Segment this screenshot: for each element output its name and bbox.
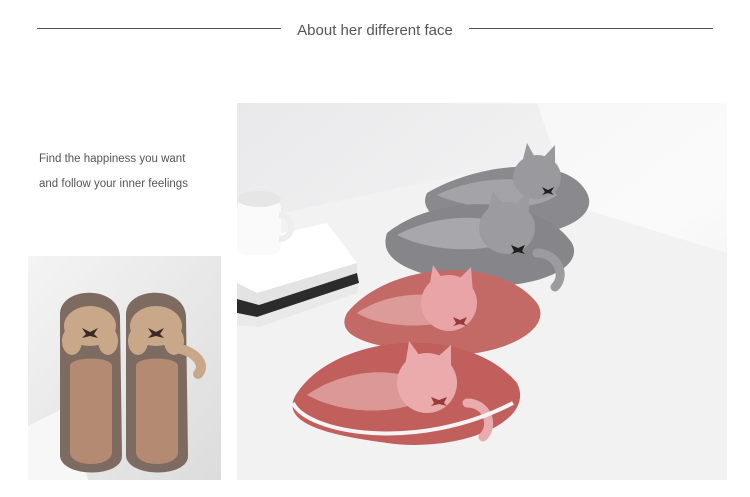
intro-line-1: Find the happiness you want — [39, 153, 186, 165]
cat-slippers-photo — [237, 103, 727, 480]
intro-line-2: and follow your inner feelings — [39, 178, 188, 190]
header-divider-left — [37, 28, 281, 29]
brown-slippers-photo — [28, 256, 221, 480]
header-divider-right — [469, 28, 713, 29]
section-title: About her different face — [297, 22, 453, 39]
